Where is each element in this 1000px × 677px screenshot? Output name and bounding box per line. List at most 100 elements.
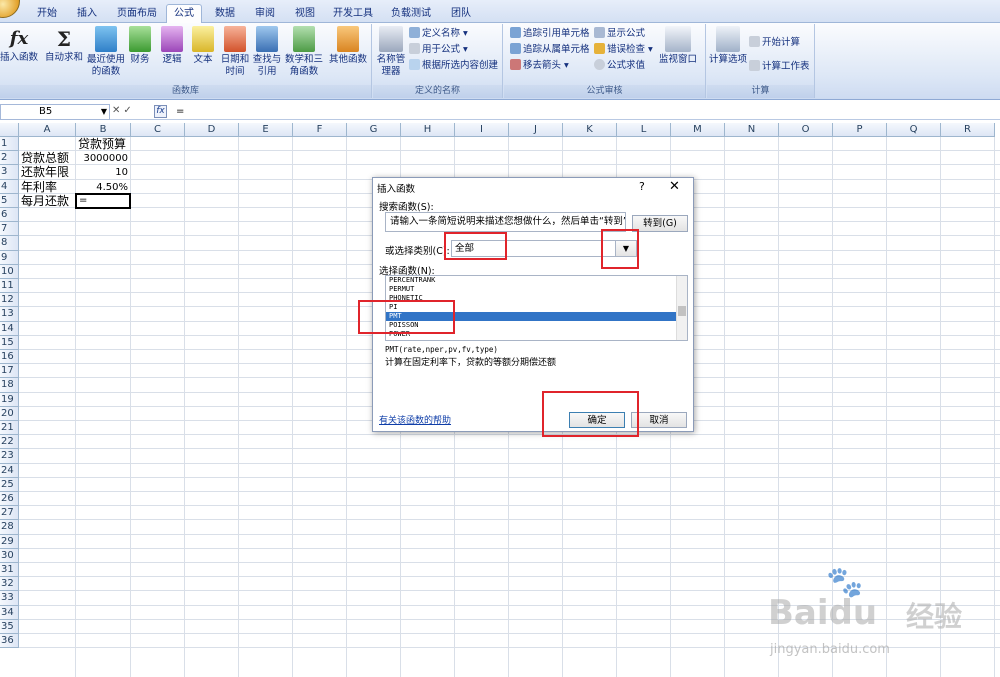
row-header[interactable]: 1 [0,137,19,152]
row-header[interactable]: 26 [0,492,19,507]
row-header[interactable]: 5 [0,193,19,208]
text-button[interactable]: 文本 [191,26,215,66]
column-header-Q[interactable]: Q [887,123,941,137]
calculate-now-button[interactable]: 开始计算 [749,36,800,50]
help-icon[interactable]: ? [639,180,645,193]
row-header[interactable]: 4 [0,179,19,194]
column-header-O[interactable]: O [779,123,833,137]
recent-functions-button[interactable]: 最近使用的函数 [86,26,126,78]
row-header[interactable]: 2 [0,151,19,166]
evaluate-formula-button[interactable]: 公式求值 [594,59,645,73]
column-header-P[interactable]: P [833,123,887,137]
column-header-C[interactable]: C [131,123,185,137]
row-header[interactable]: 15 [0,335,19,350]
name-manager-button[interactable]: 名称管理器 [375,26,407,78]
row-header[interactable]: 19 [0,392,19,407]
trace-dependents-button[interactable]: 追踪从属单元格 [510,43,590,57]
financial-button[interactable]: 财务 [128,26,152,66]
row-header[interactable]: 25 [0,477,19,492]
insert-function-button[interactable]: fx 插入函数 [0,26,38,64]
calc-options-button[interactable]: 计算选项 [709,26,747,66]
close-icon[interactable]: ✕ [669,179,680,194]
row-header[interactable]: 35 [0,619,19,634]
create-from-selection-button[interactable]: 根据所选内容创建 [409,59,498,73]
office-button[interactable] [0,0,20,18]
cell-B1[interactable]: 贷款预算 [78,138,128,151]
row-header[interactable]: 17 [0,364,19,379]
column-header-L[interactable]: L [617,123,671,137]
cell-B4[interactable]: 4.50% [78,181,128,194]
scroll-thumb[interactable] [678,306,686,316]
use-in-formula-button[interactable]: 用于公式 ▾ [409,43,468,57]
column-header-F[interactable]: F [293,123,347,137]
cancel-entry-icon[interactable]: ✕ [112,105,123,116]
more-functions-button[interactable]: 其他函数 [328,26,368,66]
autosum-button[interactable]: Σ 自动求和 [44,26,84,64]
row-header[interactable]: 13 [0,307,19,322]
row-header[interactable]: 6 [0,208,19,223]
go-button[interactable]: 转到(G) [632,215,688,232]
remove-arrows-button[interactable]: 移去箭头 ▾ [510,59,569,73]
column-header-R[interactable]: R [941,123,995,137]
tab-formulas[interactable]: 公式 [166,4,202,24]
search-function-input[interactable]: 请输入一条简短说明来描述您想做什么，然后单击“转到” [385,212,626,232]
row-header[interactable]: 30 [0,548,19,563]
error-checking-button[interactable]: 错误检查 ▾ [594,43,653,57]
date-time-button[interactable]: 日期和时间 [220,26,250,78]
row-header[interactable]: 22 [0,435,19,450]
math-trig-button[interactable]: 数学和三角函数 [284,26,324,78]
column-header-N[interactable]: N [725,123,779,137]
column-header-G[interactable]: G [347,123,401,137]
tab-data[interactable]: 数据 [208,6,242,23]
calculate-sheet-button[interactable]: 计算工作表 [749,60,810,74]
row-header[interactable]: 9 [0,250,19,265]
row-header[interactable]: 23 [0,449,19,464]
name-box[interactable]: B5 ▼ [0,104,110,120]
column-header-A[interactable]: A [19,123,76,137]
function-help-link[interactable]: 有关该函数的帮助 [379,413,451,426]
row-header[interactable]: 33 [0,591,19,606]
row-header[interactable]: 8 [0,236,19,251]
column-header-E[interactable]: E [239,123,293,137]
trace-precedents-button[interactable]: 追踪引用单元格 [510,27,590,41]
column-header-I[interactable]: I [455,123,509,137]
tab-page-layout[interactable]: 页面布局 [112,6,162,23]
select-all-corner[interactable] [0,123,19,137]
row-header[interactable]: 3 [0,165,19,180]
row-header[interactable]: 29 [0,534,19,549]
lookup-reference-button[interactable]: 查找与引用 [252,26,282,78]
column-header-B[interactable]: B [76,123,131,137]
tab-developer[interactable]: 开发工具 [328,6,378,23]
tab-load-test[interactable]: 负载测试 [386,6,436,23]
row-header[interactable]: 21 [0,421,19,436]
tab-home[interactable]: 开始 [30,6,64,23]
row-header[interactable]: 24 [0,463,19,478]
define-name-button[interactable]: 定义名称 ▾ [409,27,468,41]
logical-button[interactable]: 逻辑 [160,26,184,66]
insert-function-icon[interactable]: fx [154,105,167,118]
tab-review[interactable]: 审阅 [248,6,282,23]
cell-B2[interactable]: 3000000 [78,152,128,165]
list-scrollbar[interactable] [676,276,687,340]
row-header[interactable]: 31 [0,563,19,578]
show-formulas-button[interactable]: 显示公式 [594,27,645,41]
row-header[interactable]: 36 [0,634,19,649]
row-header[interactable]: 11 [0,279,19,294]
column-header-D[interactable]: D [185,123,239,137]
function-item[interactable]: PERCENTRANK [386,276,687,285]
tab-insert[interactable]: 插入 [70,6,104,23]
cell-B3[interactable]: 10 [78,166,128,179]
row-header[interactable]: 16 [0,350,19,365]
row-header[interactable]: 28 [0,520,19,535]
tab-view[interactable]: 视图 [288,6,322,23]
column-header-M[interactable]: M [671,123,725,137]
row-header[interactable]: 27 [0,506,19,521]
row-header[interactable]: 32 [0,577,19,592]
watch-window-button[interactable]: 监视窗口 [656,26,700,66]
function-item[interactable]: PERMUT [386,285,687,294]
row-header[interactable]: 20 [0,406,19,421]
formula-input[interactable]: = [172,104,1000,120]
cell-A4[interactable]: 年利率 [21,180,73,194]
column-header-H[interactable]: H [401,123,455,137]
column-header-K[interactable]: K [563,123,617,137]
